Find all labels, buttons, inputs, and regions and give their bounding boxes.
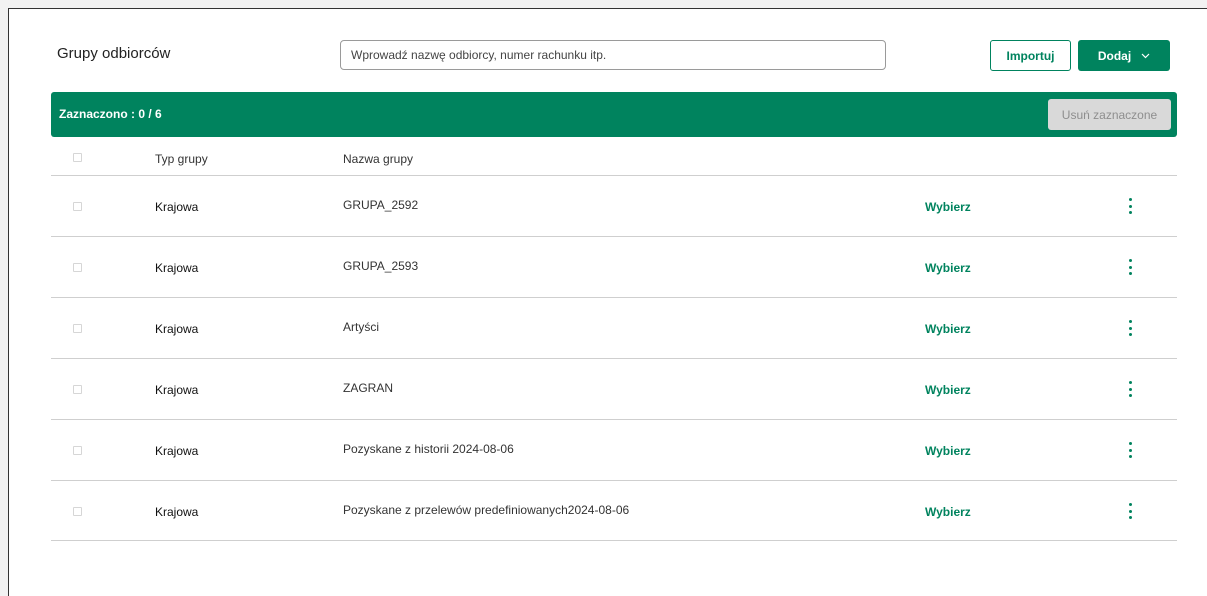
table-row: Krajowa GRUPA_2592 Wybierz bbox=[51, 175, 1177, 236]
add-button-label: Dodaj bbox=[1097, 48, 1132, 63]
table-row: Krajowa Pozyskane z historii 2024-08-06 Wy… bbox=[51, 419, 1177, 480]
delete-selected-button[interactable]: Usuń zaznaczone bbox=[1048, 99, 1171, 130]
menu-dot bbox=[1128, 272, 1132, 275]
menu-dot bbox=[1128, 442, 1132, 445]
menu-dot bbox=[1128, 509, 1132, 513]
menu-dot bbox=[1128, 381, 1132, 384]
menu-dot bbox=[1128, 259, 1132, 262]
row-checkbox[interactable] bbox=[73, 263, 82, 272]
row-checkbox[interactable] bbox=[73, 324, 82, 333]
recipient-groups-panel: Grupy odbiorców Importuj Dodaj Zaznaczon… bbox=[8, 8, 1207, 596]
table-row: Krajowa Pozyskane z przelewów predefiniow… bbox=[51, 480, 1177, 541]
menu-dot bbox=[1128, 211, 1132, 214]
group-type: Krajowa bbox=[155, 200, 199, 214]
row-checkbox[interactable] bbox=[73, 385, 82, 394]
group-name: ZAGRAN bbox=[343, 381, 394, 395]
menu-dot bbox=[1128, 516, 1132, 519]
import-button[interactable]: Importuj bbox=[990, 40, 1071, 71]
column-header-type: Typ grupy bbox=[155, 152, 208, 166]
choose-link[interactable]: Wybierz bbox=[925, 322, 971, 336]
menu-dot bbox=[1128, 394, 1132, 397]
choose-link[interactable]: Wybierz bbox=[925, 383, 971, 397]
group-type: Krajowa bbox=[155, 322, 199, 336]
selection-count: Zaznaczono : 0 / 6 bbox=[59, 107, 162, 121]
selection-bar: Zaznaczono : 0 / 6 Usuń zaznaczone bbox=[51, 92, 1177, 137]
group-type: Krajowa bbox=[155, 383, 199, 397]
menu-dot bbox=[1128, 326, 1132, 330]
menu-dot bbox=[1128, 198, 1132, 201]
more-vertical-icon[interactable] bbox=[1125, 259, 1135, 275]
menu-dot bbox=[1128, 455, 1132, 458]
group-type: Krajowa bbox=[155, 261, 199, 275]
page-title: Grupy odbiorców bbox=[57, 45, 171, 62]
more-vertical-icon[interactable] bbox=[1125, 381, 1135, 397]
column-header-name: Nazwa grupy bbox=[343, 152, 414, 166]
more-vertical-icon[interactable] bbox=[1125, 320, 1135, 336]
menu-dot bbox=[1128, 265, 1132, 269]
menu-dot bbox=[1128, 387, 1132, 391]
choose-link[interactable]: Wybierz bbox=[925, 261, 971, 275]
choose-link[interactable]: Wybierz bbox=[925, 444, 971, 458]
group-name: Pozyskane z historii 2024-08-06 bbox=[343, 442, 514, 456]
menu-dot bbox=[1128, 333, 1132, 336]
choose-link[interactable]: Wybierz bbox=[925, 200, 971, 214]
table-row: Krajowa ZAGRAN Wybierz bbox=[51, 358, 1177, 419]
group-type: Krajowa bbox=[155, 444, 199, 458]
group-name: GRUPA_2593 bbox=[343, 259, 419, 273]
group-name: GRUPA_2592 bbox=[343, 198, 419, 212]
more-vertical-icon[interactable] bbox=[1125, 503, 1135, 519]
row-checkbox[interactable] bbox=[73, 446, 82, 455]
row-checkbox[interactable] bbox=[73, 507, 82, 516]
group-type: Krajowa bbox=[155, 505, 199, 519]
menu-dot bbox=[1128, 204, 1132, 208]
choose-link[interactable]: Wybierz bbox=[925, 505, 971, 519]
menu-dot bbox=[1128, 503, 1132, 506]
table-row: Krajowa Artyści Wybierz bbox=[51, 297, 1177, 358]
more-vertical-icon[interactable] bbox=[1125, 198, 1135, 214]
more-vertical-icon[interactable] bbox=[1125, 442, 1135, 458]
menu-dot bbox=[1128, 320, 1132, 323]
group-name: Artyści bbox=[343, 320, 379, 334]
chevron-down-icon bbox=[1141, 53, 1150, 59]
menu-dot bbox=[1128, 448, 1132, 452]
table-bottom-divider bbox=[51, 540, 1177, 541]
row-checkbox[interactable] bbox=[73, 202, 82, 211]
add-button[interactable]: Dodaj bbox=[1078, 40, 1170, 71]
group-name: Pozyskane z przelewów predefiniowanych20… bbox=[343, 503, 630, 517]
search-input[interactable] bbox=[340, 40, 886, 70]
table-row: Krajowa GRUPA_2593 Wybierz bbox=[51, 236, 1177, 297]
select-all-checkbox[interactable] bbox=[73, 153, 82, 162]
